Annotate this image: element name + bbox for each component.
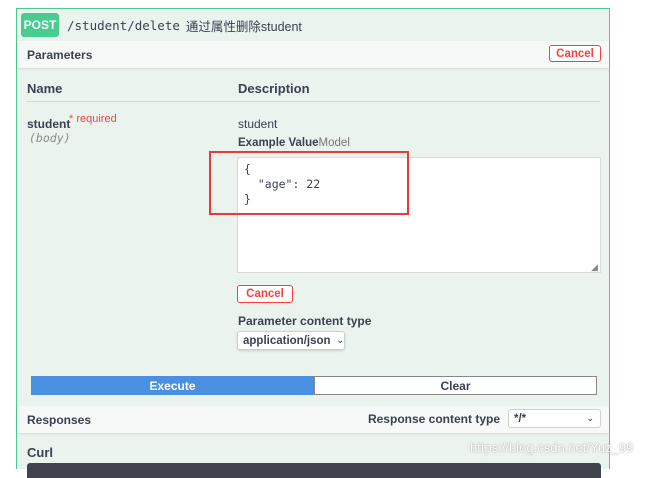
curl-code-block bbox=[27, 463, 601, 478]
example-model-tabs: Example ValueModel bbox=[238, 137, 350, 149]
chevron-down-icon: ⌄ bbox=[336, 335, 345, 345]
method-badge: POST bbox=[21, 13, 59, 37]
param-description: student bbox=[238, 117, 278, 131]
annotation-highlight-box bbox=[209, 151, 409, 215]
resize-grip-icon[interactable]: ◢ bbox=[591, 263, 607, 467]
try-out-cancel-button[interactable]: Cancel bbox=[549, 45, 601, 62]
body-cancel-button[interactable]: Cancel bbox=[237, 285, 293, 303]
operation-summary: 通过属性删除student bbox=[185, 19, 302, 34]
watermark-text: https://blog.csdn.net/Yuz_99 bbox=[470, 440, 634, 455]
execute-wrapper: Execute Clear bbox=[31, 376, 597, 395]
tab-example-value[interactable]: Example Value bbox=[238, 137, 319, 149]
operation-summary-bar[interactable]: POST /student/delete 通过属性删除student bbox=[17, 9, 609, 42]
execute-button[interactable]: Execute bbox=[31, 376, 314, 395]
param-content-type-label: Parameter content type bbox=[238, 314, 372, 328]
param-content-type-select[interactable]: application/json ⌄ bbox=[237, 331, 345, 350]
response-content-type-value: */* bbox=[514, 412, 527, 425]
responses-header: Responses Response content type */* ⌄ bbox=[17, 406, 609, 433]
curl-title: Curl bbox=[27, 445, 53, 460]
name-column-header: Name bbox=[27, 81, 63, 96]
param-content-type-value: application/json bbox=[243, 334, 331, 347]
endpoint-path: /student/delete bbox=[67, 17, 180, 33]
responses-title: Responses bbox=[27, 412, 92, 427]
param-location: (body) bbox=[29, 131, 71, 145]
parameters-title: Parameters bbox=[27, 47, 93, 62]
clear-button[interactable]: Clear bbox=[314, 376, 597, 395]
header-divider bbox=[27, 101, 600, 102]
description-column-header: Description bbox=[238, 81, 310, 96]
param-required-flag: * required bbox=[69, 113, 117, 125]
param-name: student bbox=[27, 117, 71, 131]
operation-panel: POST /student/delete 通过属性删除student Param… bbox=[16, 8, 610, 478]
parameters-header: Parameters Cancel bbox=[17, 41, 609, 68]
response-content-type-label: Response content type bbox=[367, 412, 500, 426]
tab-model[interactable]: Model bbox=[319, 137, 350, 149]
response-content-type-select[interactable]: */* ⌄ bbox=[508, 409, 601, 428]
chevron-down-icon: ⌄ bbox=[586, 413, 594, 423]
